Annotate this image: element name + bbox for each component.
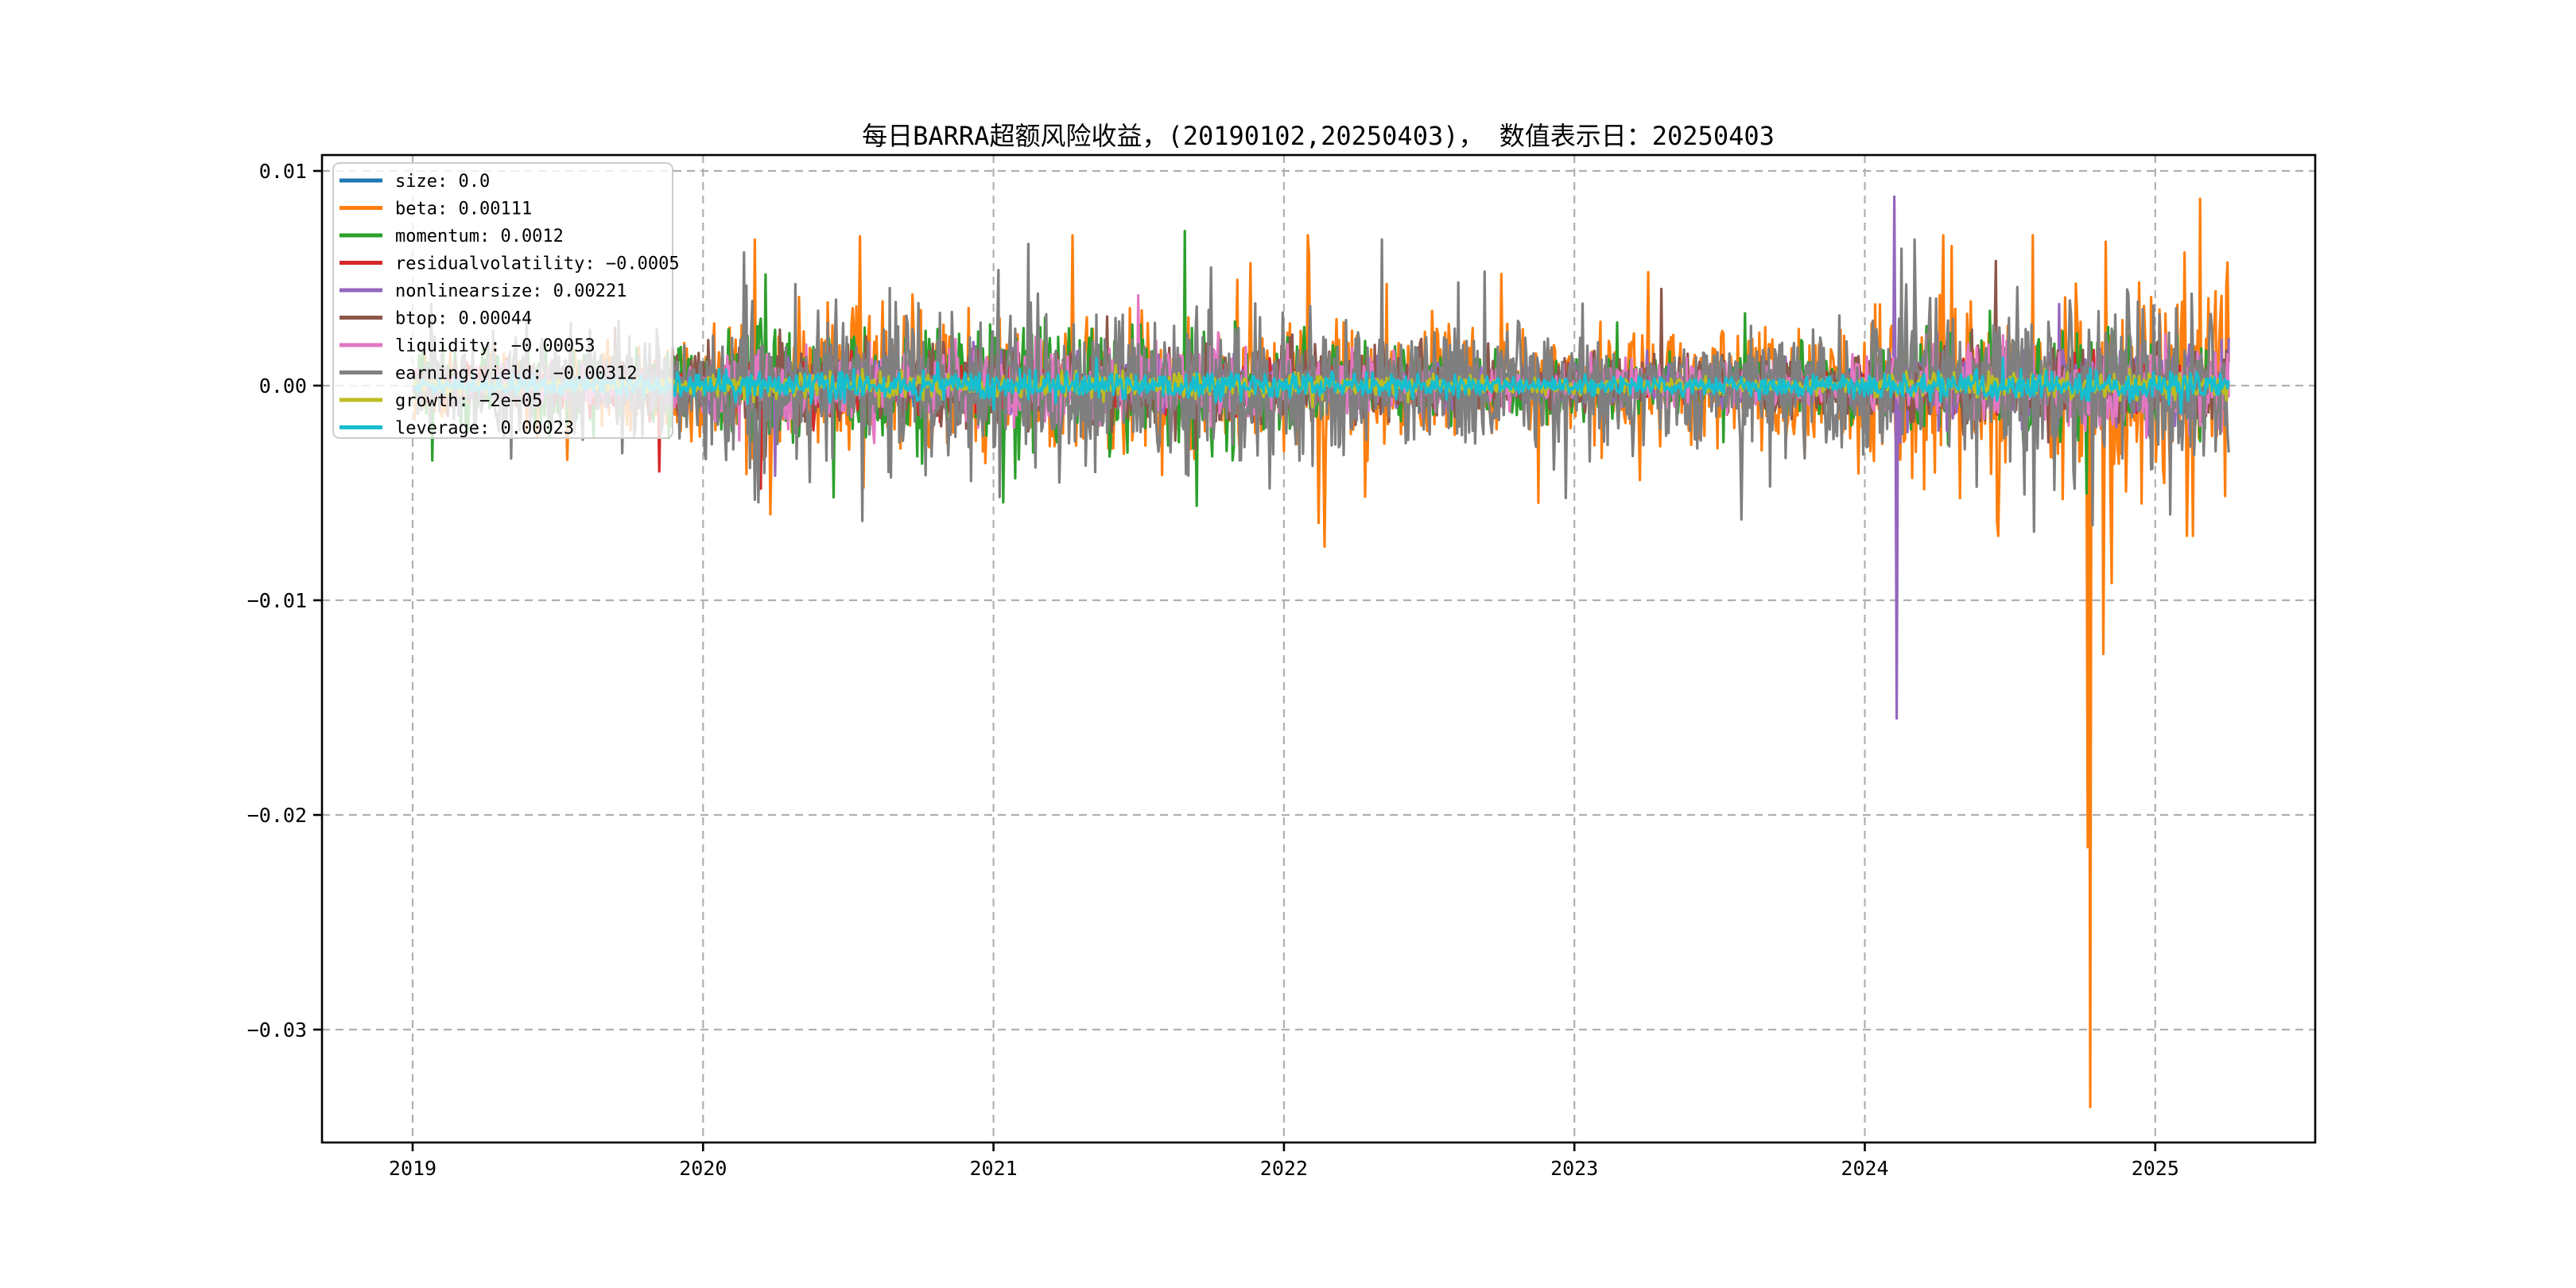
legend-label-beta: beta: 0.00111: [395, 200, 532, 219]
x-tick-label-2022: 2022: [1260, 1157, 1308, 1180]
x-tick-label-2020: 2020: [679, 1157, 727, 1180]
barra-daily-returns-chart: 2019 2020 2021 2022 2023 2024 2025 0.01 0.00 −0.…: [0, 0, 2576, 1288]
x-tick-label-2025: 2025: [2132, 1157, 2179, 1180]
x-tick-label-2019: 2019: [389, 1157, 436, 1180]
legend-label-momentum: momentum: 0.0012: [395, 227, 564, 246]
x-tick-label-2024: 2024: [1841, 1157, 1888, 1180]
figure: 2019 2020 2021 2022 2023 2024 2025 0.01 0.00 −0.…: [0, 0, 2576, 1288]
y-tick-label: −0.02: [247, 804, 307, 827]
chart-title: 每日BARRA超额风险收益，(20190102,20250403)， 数值表示日…: [862, 121, 1775, 151]
legend-label-residualvolatility: residualvolatility: −0.0005: [395, 254, 680, 274]
legend-label-btop: btop: 0.00044: [395, 309, 532, 329]
legend-label-growth: growth: −2e−05: [395, 391, 542, 411]
x-tick-label-2021: 2021: [969, 1157, 1017, 1180]
y-tick-label: 0.01: [259, 160, 307, 183]
legend-label-leverage: leverage: 0.00023: [395, 419, 574, 439]
x-tick-label-2023: 2023: [1550, 1157, 1598, 1180]
y-tick-label: −0.01: [247, 589, 307, 612]
legend-label-liquidity: liquidity: −0.00053: [395, 336, 596, 356]
legend-label-size: size: 0.0: [395, 172, 490, 192]
legend-label-earningsyield: earningsyield: −0.00312: [395, 364, 638, 384]
y-tick-label: −0.03: [247, 1018, 307, 1042]
y-tick-label: 0.00: [259, 374, 307, 398]
legend-label-nonlinearsize: nonlinearsize: 0.00221: [395, 281, 627, 301]
legend: size: 0.0 beta: 0.00111 momentum: 0.0012 re…: [332, 162, 680, 439]
